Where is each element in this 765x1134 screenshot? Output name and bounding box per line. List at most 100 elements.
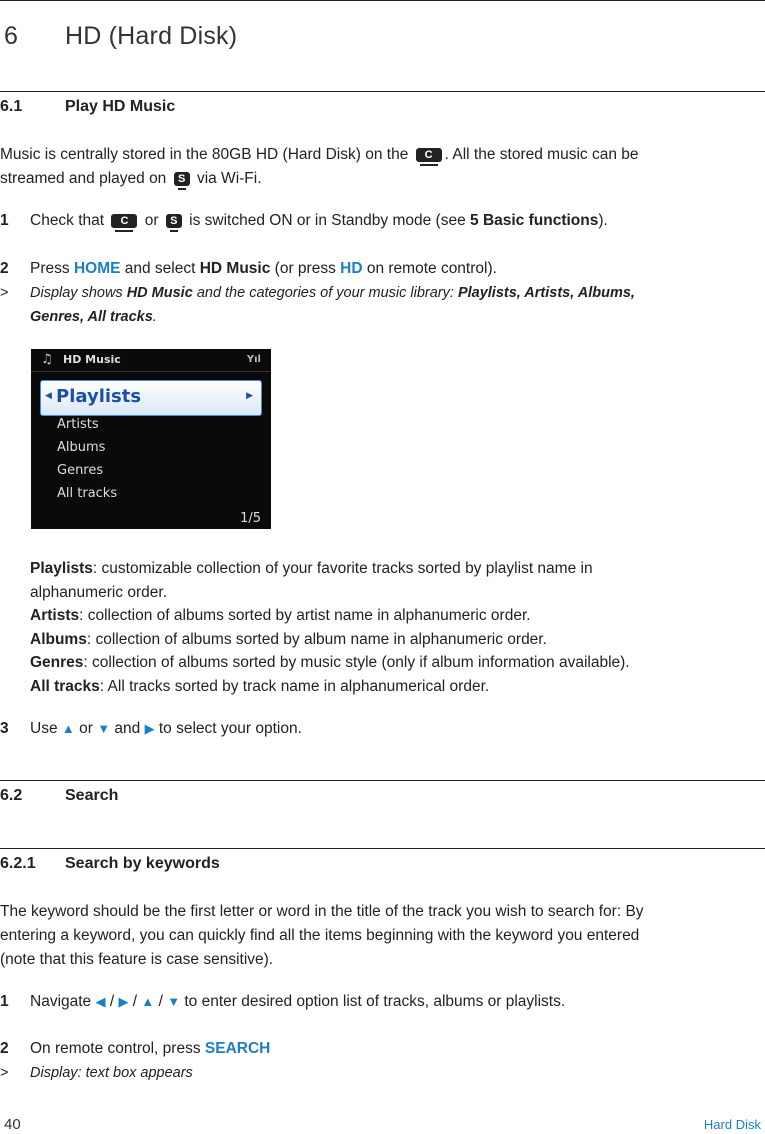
station-device-icon: S [165,213,182,232]
definition-item: Albums: collection of albums sorted by a… [30,628,750,652]
section-rule [0,780,765,781]
screen-list-item: Genres [57,463,104,478]
step-1: 1 Check that C or S is switched ON or in … [0,209,608,233]
section-number: 6.2.1 [0,855,36,872]
text: . [152,309,157,325]
definition-item: Artists: collection of albums sorted by … [30,604,750,628]
center-device-icon: C [111,213,138,232]
left-arrow-icon: ◀ [45,391,52,401]
text: to select your option. [158,720,302,737]
text: Check that [30,212,105,229]
text: Navigate [30,993,92,1010]
result-marker: > [0,285,9,301]
step-number: 2 [0,1040,9,1057]
text: ). [598,212,608,229]
search-step-1: 1 Navigate ◀ / ▶ / ▲ / ▼ to enter desired… [0,990,565,1014]
text: and the categories of your music library… [196,285,454,301]
screen-page-indicator: 1/5 [240,511,261,526]
section-number: 6.1 [0,98,23,115]
text: on remote control). [366,260,497,277]
selected-label: Playlists [56,386,142,407]
definitions-list: Playlists: customizable collection of yo… [30,557,750,698]
section-number: 6.2 [0,787,23,804]
step-number: 3 [0,720,9,737]
separator: / [158,993,163,1010]
text: or [79,720,93,737]
definition: : collection of albums sorted by music s… [83,654,630,671]
definition-item: Genres: collection of albums sorted by m… [30,651,750,675]
down-arrow-icon: ▼ [167,994,181,1009]
search-step-2-result: > Display: text box appears [0,1061,193,1085]
device-screen-image: ♫ HD Music Yıl ◀ Playlists ▶ Artists Alb… [31,349,271,529]
definition-item: Playlists: customizable collection of yo… [30,557,750,604]
text: and [114,720,141,737]
screen-header: ♫ HD Music Yıl [31,349,271,372]
chapter-heading: 6 HD (Hard Disk) [4,22,237,51]
definition: : collection of albums sorted by album n… [86,630,547,648]
definition: : collection of albums sorted by artist … [79,607,531,624]
text: Display shows [30,285,123,301]
hd-key-label: HD [340,260,363,277]
text: Press [30,260,70,277]
text: via Wi-Fi. [196,170,262,187]
text: . All the stored music can be [444,146,639,163]
music-note-icon: ♫ [41,352,53,367]
intro-paragraph: Music is centrally stored in the 80GB HD… [0,143,765,191]
section-rule [0,848,765,849]
screen-list-item: Artists [57,417,99,432]
text: or [144,212,159,229]
definition-item: All tracks: All tracks sorted by track n… [30,675,750,699]
separator: / [109,993,115,1010]
term: Genres [30,654,84,671]
station-device-icon: S [173,171,190,190]
text: to enter desired option list of tracks, … [184,993,566,1010]
right-arrow-icon: ▶ [246,391,253,401]
center-device-icon: C [415,147,442,166]
text: entering a keyword, you can quickly find… [0,927,640,944]
text: Genres, All tracks [30,309,153,325]
up-arrow-icon: ▲ [141,994,155,1009]
down-arrow-icon: ▼ [97,721,111,736]
definition: : All tracks sorted by track name in alp… [99,677,490,695]
term: All tracks [30,677,100,695]
up-arrow-icon: ▲ [61,721,75,736]
term: Albums [30,630,87,648]
screen-selected-item: ◀ Playlists ▶ [40,380,262,416]
text: The keyword should be the first letter o… [0,903,644,920]
text: and select [124,260,196,277]
definition: : customizable collection of your favori… [92,560,593,577]
result-marker: > [0,1065,9,1081]
footer-section-label: Hard Disk [703,1117,761,1132]
step-3: 3 Use ▲ or ▼ and ▶ to select your option. [0,717,302,741]
right-arrow-icon: ▶ [144,721,155,736]
screen-list-item: Albums [57,440,106,455]
text: streamed and played on [0,170,167,187]
term: Artists [30,607,80,624]
text: (or press [274,260,336,277]
section-heading-6-1: 6.1 Play HD Music [0,98,175,116]
separator: / [132,993,138,1010]
top-rule [0,0,765,1]
section-title: Search by keywords [65,855,220,872]
screen-list-item: All tracks [57,486,118,501]
section-heading-6-2: 6.2 Search [0,787,118,805]
cross-reference: 5 Basic functions [470,212,599,229]
text: is switched ON or in Standby mode (see [189,212,466,229]
right-arrow-icon: ▶ [118,994,129,1009]
home-key-label: HOME [73,260,121,277]
text: On remote control, press [30,1040,201,1057]
step-2-result: > Display shows HD Music and the categori… [0,281,740,329]
section-title: Search [65,787,119,804]
step-number: 2 [0,260,9,277]
menu-name: HD Music [199,260,271,277]
search-key-label: SEARCH [204,1040,271,1057]
signal-strength-icon: Yıl [246,354,261,365]
definition: alphanumeric order. [30,583,167,601]
section-title: Play HD Music [65,98,176,115]
text: Playlists, Artists, Albums, [457,285,635,301]
section-heading-6-2-1: 6.2.1 Search by keywords [0,855,220,873]
step-number: 1 [0,212,9,229]
chapter-title: HD (Hard Disk) [65,22,238,50]
section-rule [0,91,765,92]
term: Playlists [30,560,93,577]
